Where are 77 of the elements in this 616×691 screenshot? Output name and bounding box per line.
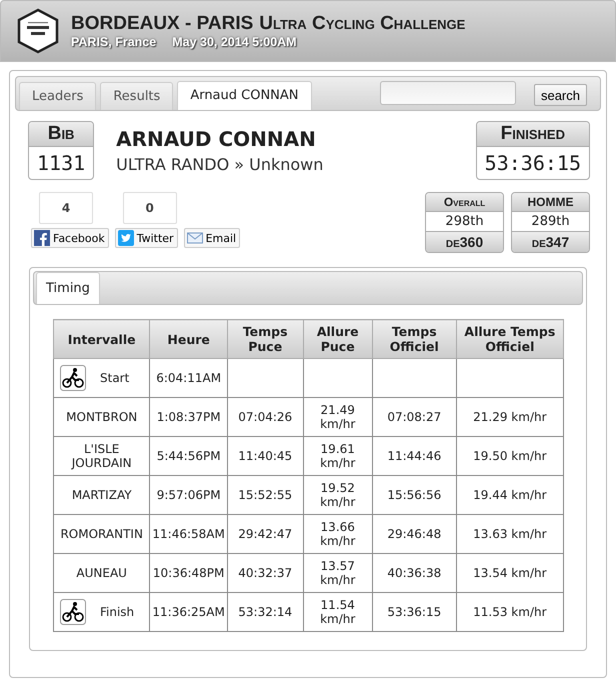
column-header: Temps Puce (227, 320, 304, 358)
table-cell: 10:36:48PM (152, 566, 224, 580)
table-cell: L'ISLE JOURDAIN (72, 442, 132, 470)
share-button[interactable]: Email (184, 228, 240, 248)
table-cell: AUNEAU (76, 566, 127, 580)
tab[interactable]: Arnaud CONNAN (177, 81, 312, 110)
search-button[interactable]: search (534, 84, 587, 106)
table-cell: 07:08:27 (387, 410, 442, 424)
rank-place: 298th (444, 213, 485, 231)
table-cell: 19.50 km/hr (473, 449, 547, 463)
table-cell: 40:36:38 (387, 566, 442, 580)
column-header: Allure Puce (303, 320, 372, 358)
cyclist-icon (60, 365, 86, 391)
table-cell: 11:36:25AM (152, 605, 225, 619)
rank-place: 289th (530, 213, 571, 231)
share-count: 0 (122, 192, 177, 224)
table-cell: Finish (100, 605, 134, 619)
rank-label: HOMME (512, 193, 589, 212)
logo-icon (15, 8, 61, 54)
table-cell: 13.57 km/hr (320, 559, 356, 587)
cyclist-icon (60, 599, 86, 625)
bib-label: Bib (29, 122, 94, 147)
table-cell: 29:46:48 (387, 527, 442, 541)
table-cell: 21.49 km/hr (320, 403, 356, 431)
table-cell: 13.54 km/hr (473, 566, 547, 580)
status-label: Finished (476, 122, 589, 147)
event-location: PARIS, France (71, 35, 156, 49)
table-cell: 1:08:37PM (156, 410, 221, 424)
athlete-name: ARNAUD CONNAN (116, 127, 317, 151)
table-cell: 19.61 km/hr (320, 442, 356, 470)
event-subtitle: Ultra Cycling Challenge (259, 13, 466, 34)
share-count: 4 (39, 192, 93, 224)
table-cell: 15:52:55 (238, 488, 292, 502)
tab[interactable]: Results (100, 82, 174, 110)
table-cell: 40:32:37 (238, 566, 292, 580)
rank-total: de360 (426, 231, 503, 252)
table-cell: 5:44:56PM (156, 449, 221, 463)
table-cell: 21.29 km/hr (473, 410, 547, 424)
event-title: BORDEAUX - PARIS (71, 13, 254, 34)
rank-label: Overall (426, 193, 503, 212)
table-cell: 29:42:47 (238, 527, 292, 541)
table-cell: 19.44 km/hr (473, 488, 547, 502)
search-field[interactable] (380, 81, 516, 105)
table-cell: 07:04:26 (238, 410, 292, 424)
envelope-icon (186, 230, 203, 246)
table-cell: MARTIZAY (72, 488, 132, 502)
column-header: Temps Officiel (372, 320, 456, 358)
athlete-category: ULTRA RANDO » Unknown (116, 155, 324, 174)
bib-number: 1131 (36, 150, 86, 177)
tab[interactable]: Timing (36, 272, 100, 304)
table-cell: ROMORANTIN (60, 527, 143, 541)
share-button[interactable]: Facebook (31, 228, 109, 248)
column-header: Intervalle (54, 320, 150, 358)
table-cell: 6:04:11AM (156, 371, 222, 385)
table-cell: 53:32:14 (238, 605, 292, 619)
table-cell: 19.52 km/hr (320, 481, 356, 509)
table-cell: 11:40:45 (238, 449, 292, 463)
table-cell: 9:57:06PM (156, 488, 221, 502)
table-cell: 11.53 km/hr (473, 605, 547, 619)
table-cell: 11:44:46 (387, 449, 442, 463)
table-cell: 11:46:58AM (152, 527, 225, 541)
event-date: May 30, 2014 5:00AM (172, 35, 297, 49)
rank-total: de347 (512, 231, 589, 252)
table-cell: 11.54 km/hr (320, 598, 356, 626)
table-cell: 15:56:56 (387, 488, 442, 502)
table-cell: 13.66 km/hr (320, 520, 356, 548)
tab[interactable]: Leaders (19, 82, 96, 110)
finish-time: 53:36:15 (484, 150, 582, 177)
table-cell: MONTBRON (66, 410, 138, 424)
table-cell: Start (100, 371, 130, 385)
table-cell: 13.63 km/hr (473, 527, 547, 541)
facebook-icon (34, 230, 50, 246)
column-header: Allure Temps Officiel (456, 320, 564, 358)
bird-icon (118, 230, 134, 246)
column-header: Heure (150, 320, 228, 358)
share-button[interactable]: Twitter (114, 228, 178, 248)
table-cell: 53:36:15 (387, 605, 442, 619)
